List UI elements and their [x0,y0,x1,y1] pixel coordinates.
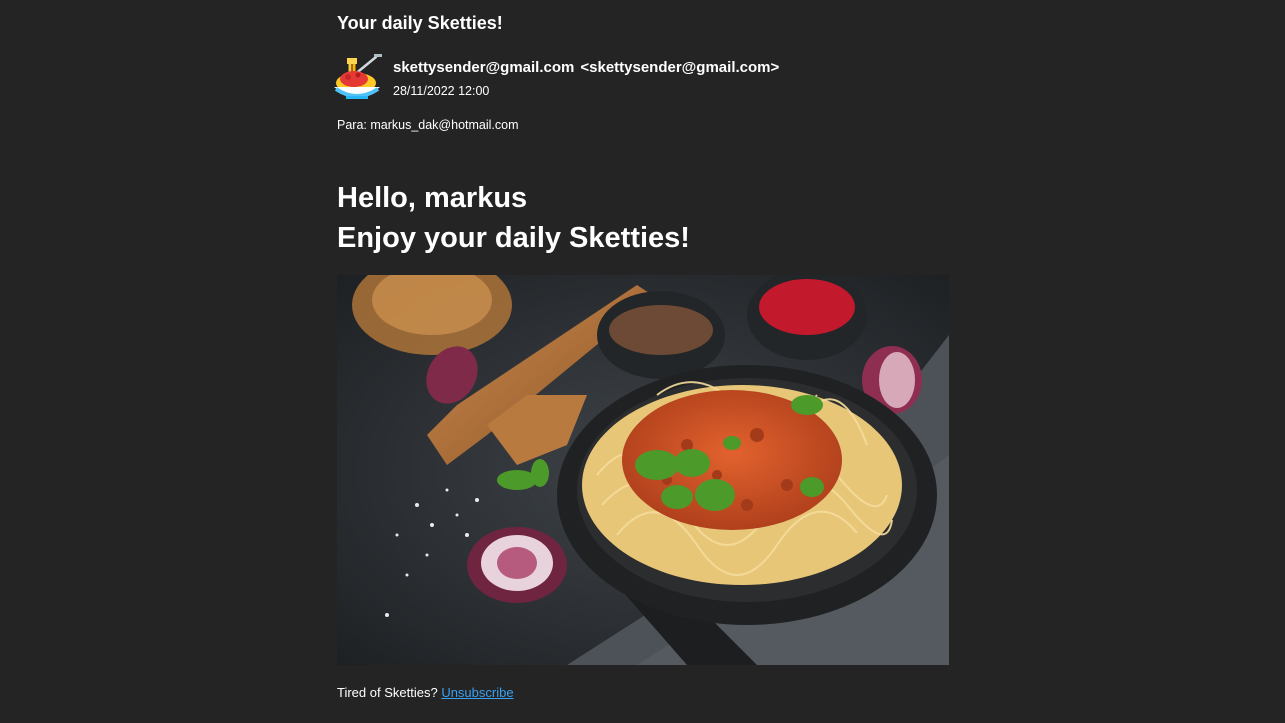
sender-line: skettysender@gmail.com <skettysender@gmai… [393,59,779,76]
unsubscribe-link[interactable]: Unsubscribe [441,685,513,700]
greeting-line-2: Enjoy your daily Sketties! [337,222,690,254]
sender-name: skettysender@gmail.com [393,59,575,76]
footer-prompt: Tired of Sketties? [337,685,438,700]
greeting-line-1: Hello, markus [337,182,528,214]
sent-date: 28/11/2022 12:00 [393,84,490,98]
recipient-line: Para: markus_dak@hotmail.com [337,118,519,132]
email-subject: Your daily Sketties! [337,13,503,33]
greeting-heading: Hello, markus Enjoy your daily Sketties! [337,178,690,258]
unsubscribe-footer: Tired of Sketties? Unsubscribe [337,685,514,700]
sender-address: <skettysender@gmail.com> [580,59,780,76]
spaghetti-plate-icon [332,53,382,101]
spaghetti-photo [337,275,949,665]
